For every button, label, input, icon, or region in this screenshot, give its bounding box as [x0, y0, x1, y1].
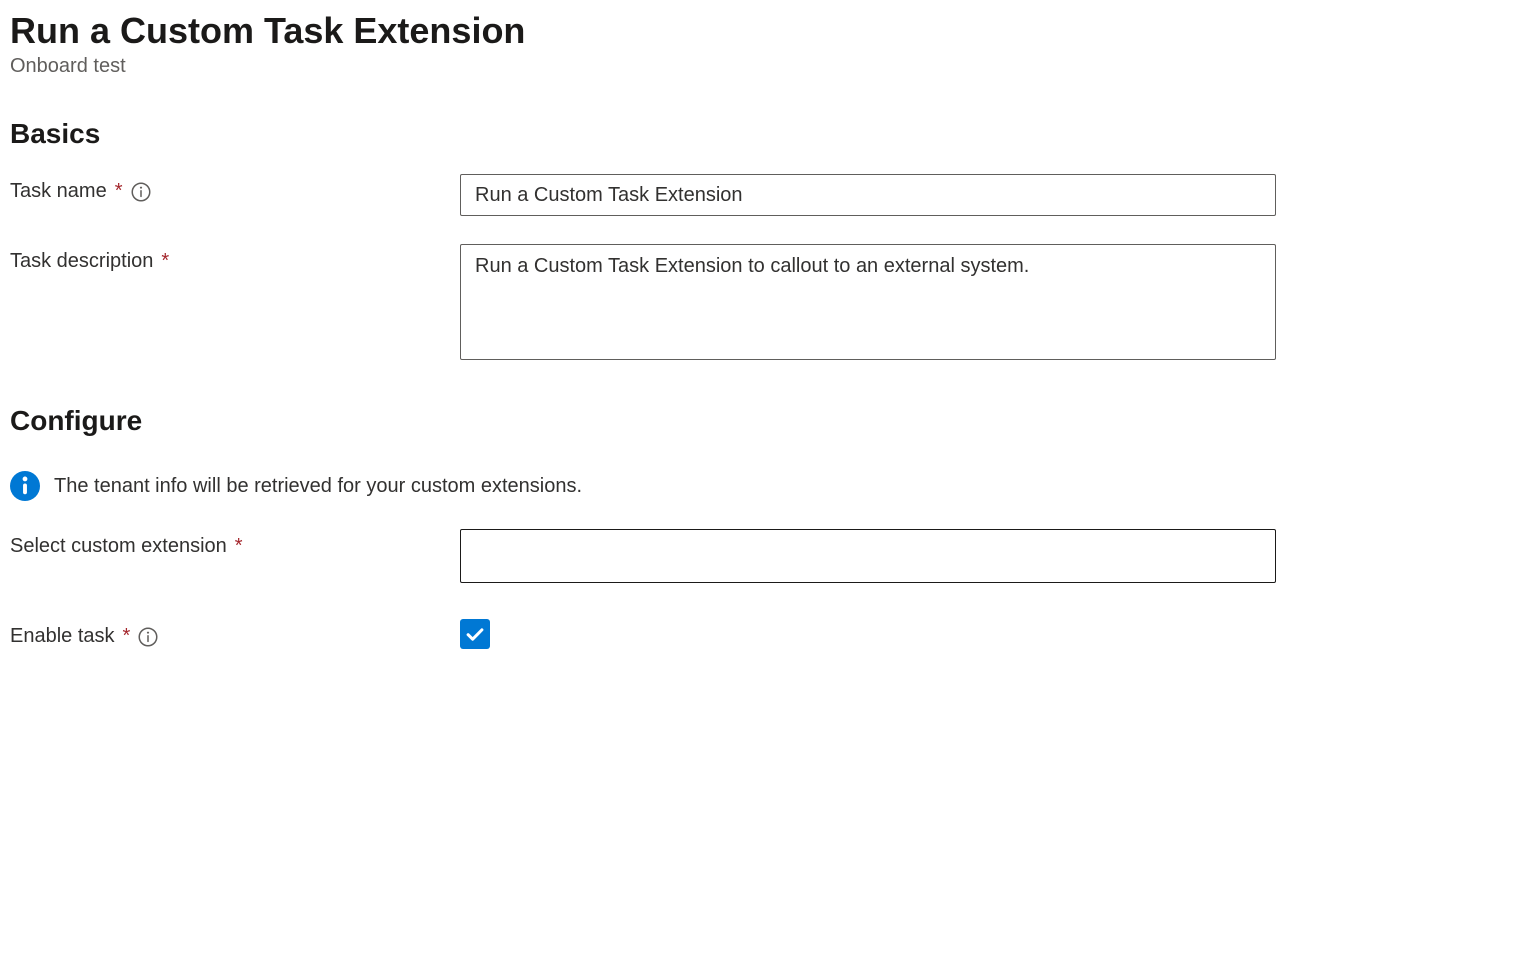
- task-description-textarea[interactable]: Run a Custom Task Extension to callout t…: [460, 244, 1276, 360]
- select-extension-dropdown[interactable]: [460, 529, 1276, 583]
- task-description-label-text: Task description: [10, 250, 153, 273]
- page-title: Run a Custom Task Extension: [10, 8, 1517, 53]
- required-asterisk: *: [161, 250, 169, 273]
- task-name-row: Task name *: [10, 174, 1517, 216]
- enable-task-label-text: Enable task: [10, 625, 115, 648]
- enable-task-label: Enable task *: [10, 619, 460, 648]
- task-name-input[interactable]: [460, 174, 1276, 216]
- info-banner-text: The tenant info will be retrieved for yo…: [54, 475, 582, 498]
- task-description-row: Task description * Run a Custom Task Ext…: [10, 244, 1517, 365]
- section-configure-title: Configure: [10, 405, 1517, 437]
- info-filled-icon: [10, 471, 40, 501]
- select-extension-label: Select custom extension *: [10, 529, 460, 558]
- info-icon[interactable]: [138, 627, 158, 647]
- section-basics-title: Basics: [10, 118, 1517, 150]
- task-description-label: Task description *: [10, 244, 460, 273]
- info-banner: The tenant info will be retrieved for yo…: [10, 471, 1517, 501]
- required-asterisk: *: [123, 625, 131, 648]
- enable-task-checkbox[interactable]: [460, 619, 490, 649]
- required-asterisk: *: [115, 180, 123, 203]
- task-name-label: Task name *: [10, 174, 460, 203]
- select-extension-label-text: Select custom extension: [10, 535, 227, 558]
- required-asterisk: *: [235, 535, 243, 558]
- select-extension-row: Select custom extension *: [10, 529, 1517, 583]
- info-icon[interactable]: [131, 182, 151, 202]
- page-subtitle: Onboard test: [10, 55, 1517, 78]
- enable-task-row: Enable task *: [10, 619, 1517, 649]
- task-name-label-text: Task name: [10, 180, 107, 203]
